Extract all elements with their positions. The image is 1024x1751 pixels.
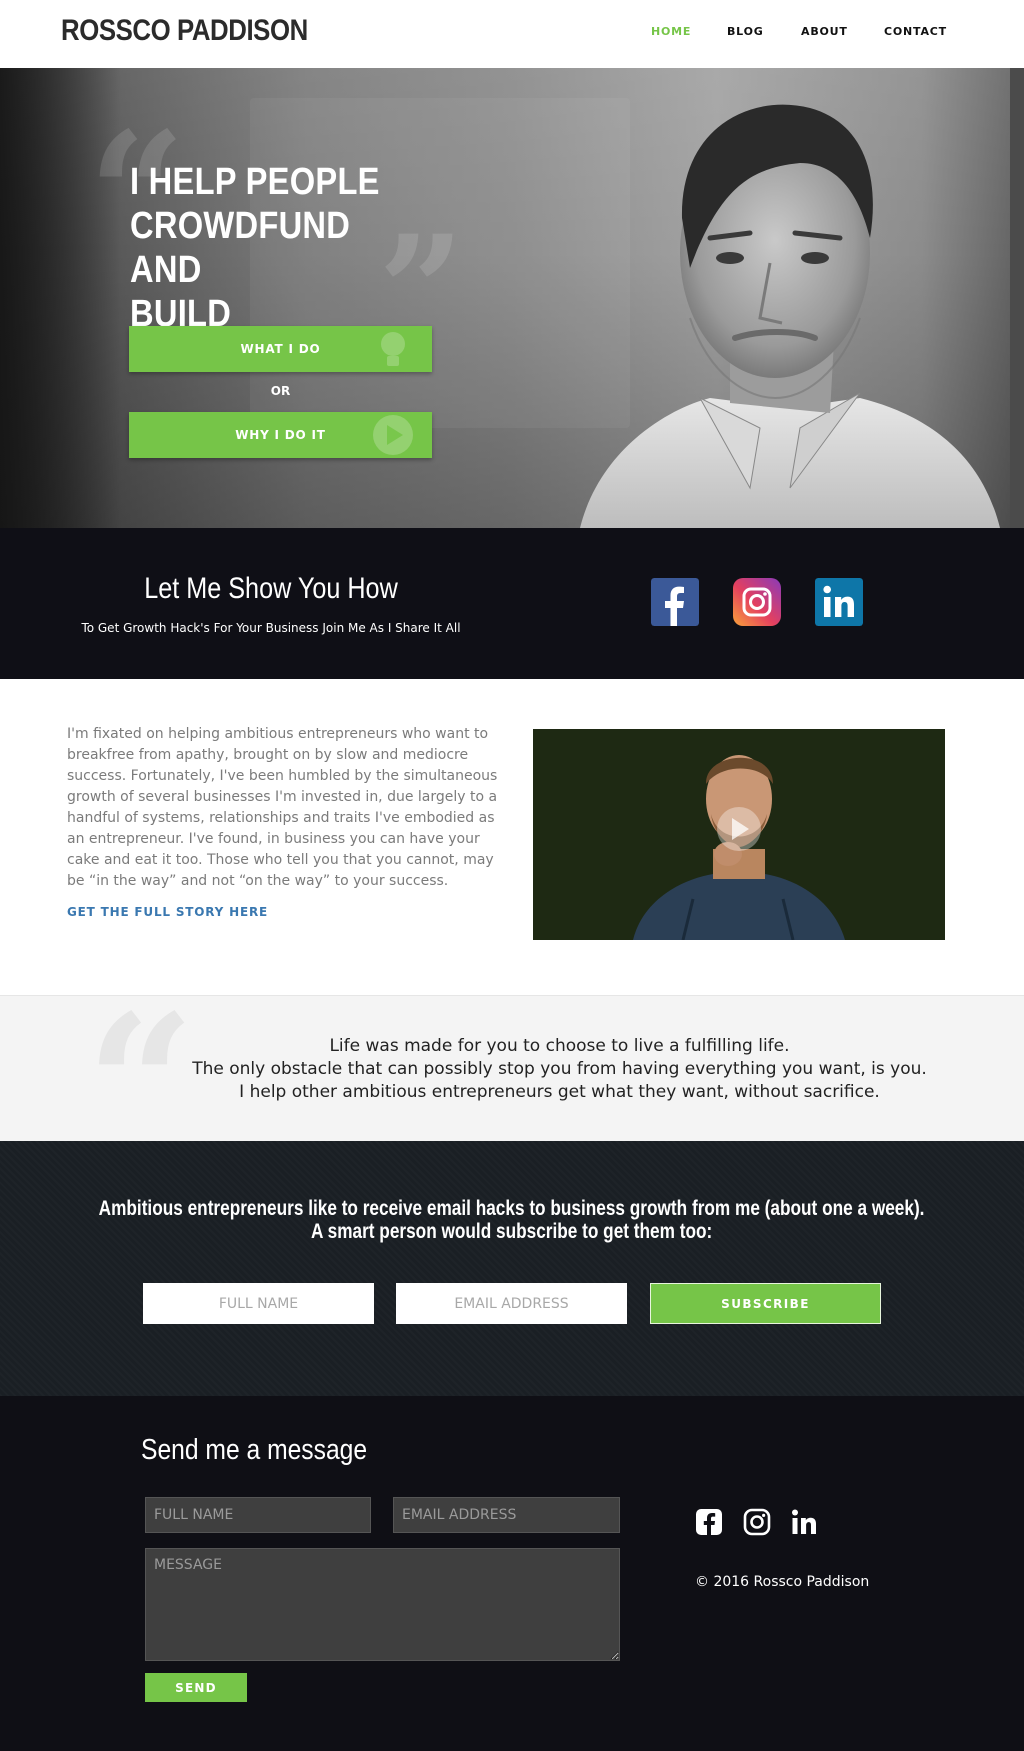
hero-or-text: OR (270, 384, 291, 398)
why-i-do-it-label: WHY I DO IT (235, 428, 326, 442)
story-section: I'm fixated on helping ambitious entrepr… (0, 679, 1024, 995)
linkedin-icon[interactable] (791, 1508, 819, 1536)
nav-contact[interactable]: CONTACT (884, 25, 947, 38)
quote-band: “ Life was made for you to choose to liv… (0, 990, 1024, 1180)
portrait-photo (580, 104, 1000, 528)
hero-edge (1010, 68, 1024, 528)
subscribe-section: Ambitious entrepreneurs like to receive … (0, 1141, 1024, 1396)
instagram-icon[interactable] (733, 578, 781, 626)
lightbulb-icon (381, 332, 405, 366)
send-button[interactable]: SEND (145, 1673, 247, 1702)
hero-section: “ ” I HELP PEOPLE CROWDFUND AND BUILD BU… (0, 68, 1024, 528)
linkedin-icon[interactable] (815, 578, 863, 626)
subscribe-button[interactable]: SUBSCRIBE (650, 1283, 881, 1324)
subscribe-email-input[interactable] (396, 1283, 627, 1324)
play-icon (373, 415, 413, 455)
nav-blog[interactable]: BLOG (727, 25, 764, 38)
quote-line-3: I help other ambitious entrepreneurs get… (239, 1082, 880, 1102)
site-logo[interactable]: ROSSCO PADDISON (61, 14, 308, 48)
copyright-text: © 2016 Rossco Paddison (695, 1574, 870, 1590)
contact-email-input[interactable] (393, 1497, 620, 1533)
contact-name-input[interactable] (145, 1497, 371, 1533)
nav-home[interactable]: HOME (651, 25, 691, 38)
show-how-subtitle: To Get Growth Hack's For Your Business J… (81, 621, 461, 635)
subscribe-name-input[interactable] (143, 1283, 374, 1324)
why-i-do-it-button[interactable]: WHY I DO IT (129, 412, 432, 458)
show-how-section: Let Me Show You How To Get Growth Hack's… (0, 528, 1024, 679)
instagram-icon[interactable] (743, 1508, 771, 1536)
story-paragraph: I'm fixated on helping ambitious entrepr… (67, 726, 498, 889)
contact-message-textarea[interactable] (145, 1548, 620, 1661)
facebook-icon[interactable] (651, 578, 699, 626)
quote-line-2: The only obstacle that can possibly stop… (192, 1059, 927, 1079)
subscribe-headline-2: A smart person would subscribe to get th… (311, 1220, 713, 1243)
what-i-do-button[interactable]: WHAT I DO (129, 326, 432, 372)
nav-about[interactable]: ABOUT (801, 25, 848, 38)
contact-form-title: Send me a message (141, 1434, 368, 1466)
facebook-icon[interactable] (695, 1508, 723, 1536)
site-header: ROSSCO PADDISON HOME BLOG ABOUT CONTACT (0, 0, 1024, 68)
story-video[interactable] (533, 729, 945, 940)
what-i-do-label: WHAT I DO (240, 342, 321, 356)
full-story-link[interactable]: GET THE FULL STORY HERE (67, 905, 268, 919)
site-footer: Send me a message SEND © 2016 Rossco Pad… (0, 1396, 1024, 1751)
show-how-title: Let Me Show You How (144, 572, 398, 605)
subscribe-headline-1: Ambitious entrepreneurs like to receive … (99, 1197, 925, 1220)
quote-line-1: Life was made for you to choose to live … (329, 1036, 790, 1056)
